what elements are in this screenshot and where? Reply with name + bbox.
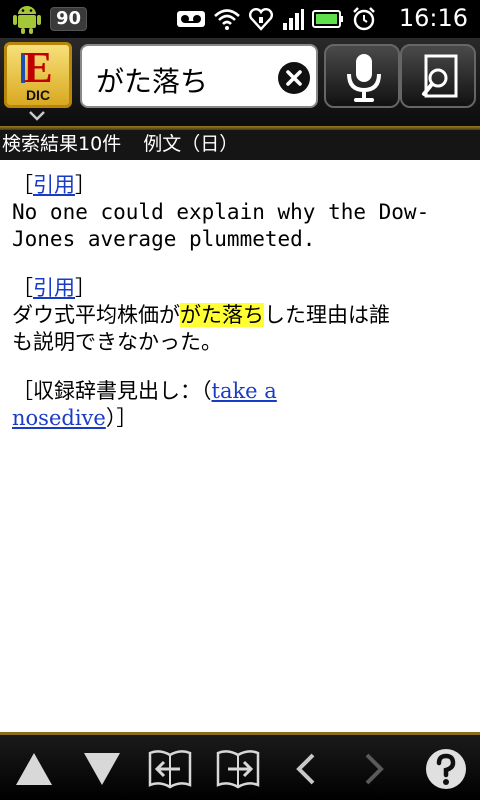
search-term-highlight: がた落ち (180, 303, 264, 327)
voicemail-icon (177, 11, 205, 27)
alarm-icon (353, 7, 375, 31)
search-page-icon (422, 54, 458, 98)
voice-search-button[interactable] (324, 44, 400, 108)
scroll-down-button[interactable] (76, 743, 128, 795)
app-header: E DIC がた落ち (0, 38, 480, 126)
scroll-up-button[interactable] (8, 743, 60, 795)
microphone-icon (347, 54, 381, 102)
source-headword: ［収録辞書見出し：（take a nosedive）］ (12, 379, 277, 430)
chevron-down-icon[interactable] (28, 110, 46, 122)
back-button[interactable] (280, 743, 332, 795)
previous-entry-button[interactable] (144, 743, 196, 795)
citation-link[interactable]: 引用 (33, 276, 75, 300)
book-prev-icon (148, 750, 192, 789)
english-sentence-line-2: Jones average plummeted. (12, 227, 316, 251)
clock: 16:16 (398, 4, 468, 32)
next-entry-button[interactable] (212, 743, 264, 795)
japanese-sentence-line-2: も説明できなかった。 (12, 330, 222, 354)
chevron-right-icon (365, 753, 384, 785)
headword-link-part-2[interactable]: nosedive (12, 406, 106, 430)
help-button[interactable] (420, 743, 472, 795)
forward-button[interactable] (348, 743, 400, 795)
example-entry-japanese: ［引用］ ダウ式平均株価ががた落ちした理由は誰 も説明できなかった。 (12, 275, 468, 356)
headword-link-part-1[interactable]: take a (212, 379, 277, 403)
bottom-toolbar (0, 732, 480, 800)
dictionary-logo-button[interactable]: E DIC (4, 42, 72, 108)
help-icon (426, 749, 466, 789)
arrow-down-icon (84, 753, 120, 785)
arrow-up-icon (16, 753, 52, 785)
result-summary-bar: 検索結果10件 例文（日） (0, 130, 480, 160)
notification-count-badge: 90 (50, 7, 88, 31)
logo-label: DIC (25, 87, 51, 103)
result-count: 検索結果10件 (2, 133, 122, 155)
wifi-icon (214, 9, 240, 30)
search-input-value[interactable]: がた落ち (96, 60, 208, 100)
signal-icon (283, 9, 304, 30)
battery-icon (312, 10, 343, 28)
clear-search-icon[interactable] (278, 62, 310, 94)
results-content: ［引用］ No one could explain why the Dow- J… (0, 160, 480, 732)
logo-letter: E (23, 43, 53, 92)
book-next-icon (216, 750, 260, 789)
search-input[interactable]: がた落ち (80, 44, 318, 108)
english-sentence-line-1: No one could explain why the Dow- (12, 200, 430, 224)
find-in-page-button[interactable] (400, 44, 476, 108)
result-mode: 例文（日） (143, 133, 239, 155)
heart-sync-icon (248, 7, 274, 31)
chevron-left-icon (296, 753, 315, 785)
status-bar: 90 16:16 (0, 0, 480, 38)
citation-link[interactable]: 引用 (33, 173, 75, 197)
japanese-sentence-line-1: ダウ式平均株価ががた落ちした理由は誰 (12, 303, 390, 327)
android-icon (13, 6, 41, 34)
example-entry-english: ［引用］ No one could explain why the Dow- J… (12, 172, 468, 253)
